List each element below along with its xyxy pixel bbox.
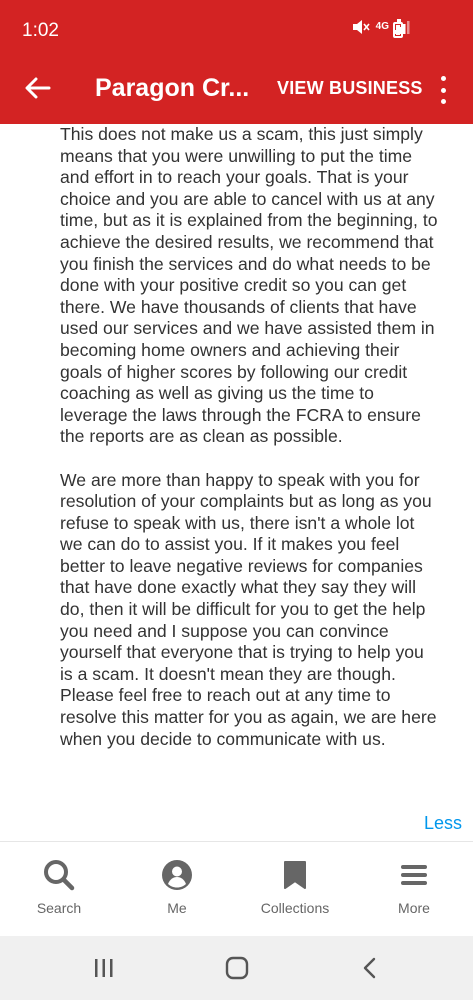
view-business-button[interactable]: VIEW BUSINESS [277,78,423,99]
nav-item-search[interactable]: Search [0,842,118,937]
response-paragraph: This does not make us a scam, this just … [60,124,438,447]
status-time: 1:02 [22,20,59,41]
recent-apps-icon [95,959,113,977]
bookmark-icon [284,861,306,889]
menu-icon [401,865,427,885]
nav-item-me[interactable]: Me [118,842,236,937]
search-icon [44,860,75,891]
response-paragraph: We are more than happy to speak with you… [60,469,437,749]
network-type: 4G [375,21,389,32]
bottom-nav: Search Me Collections More [0,841,473,936]
page-title: Paragon Cr... [95,74,250,102]
mute-icon [352,20,370,34]
more-options-button[interactable] [437,76,449,104]
arrow-back-icon [25,77,51,99]
home-button[interactable] [217,954,257,982]
more-vert-icon-dot [440,99,446,104]
nav-item-label: More [398,900,430,916]
app-bar: Paragon Cr... VIEW BUSINESS [0,56,473,124]
status-bar: 1:02 4G [0,0,473,56]
back-button[interactable] [22,72,54,104]
battery-icon [393,19,403,38]
chevron-left-icon [363,957,376,979]
nav-item-collections[interactable]: Collections [236,842,354,937]
business-response-text: This does not make us a scam, this just … [60,124,440,750]
nav-item-label: Me [167,900,187,916]
less-link[interactable]: Less [424,813,462,834]
system-back-button[interactable] [350,954,390,982]
nav-item-label: Collections [260,900,330,916]
profile-icon [162,860,192,890]
recent-apps-button[interactable] [84,954,124,982]
more-vert-icon-dot [440,76,446,81]
nav-item-label: Search [36,900,82,916]
more-vert-icon-dot [440,87,446,93]
nav-item-more[interactable]: More [355,842,473,937]
home-icon [225,956,249,980]
system-nav-bar [0,936,473,1000]
